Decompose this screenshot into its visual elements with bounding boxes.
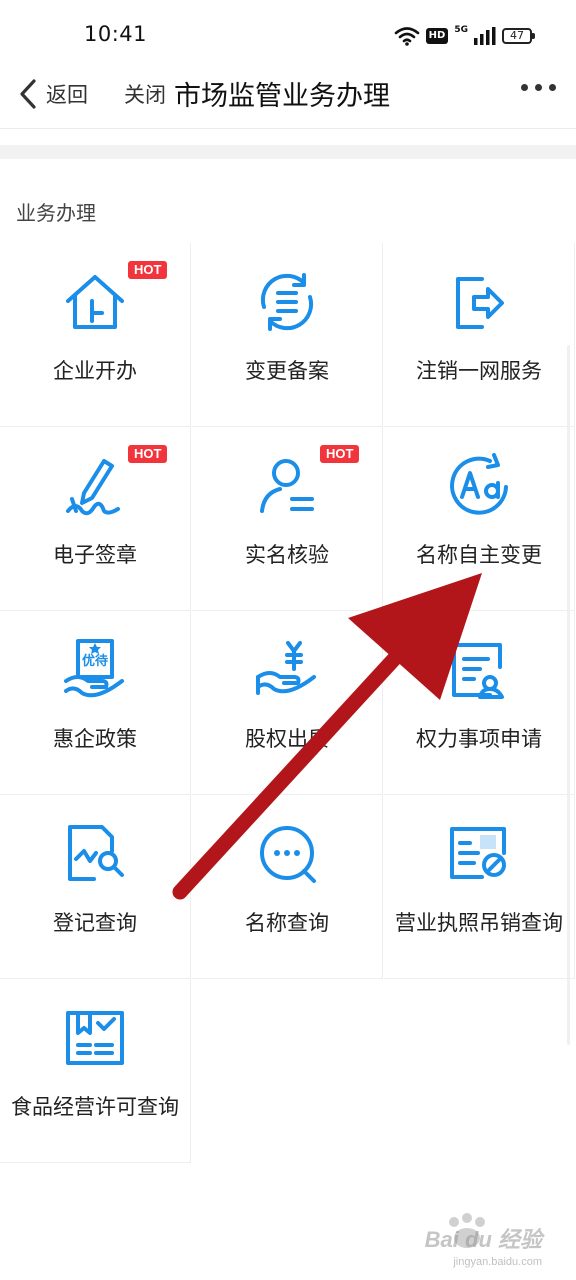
page-title: 市场监管业务办理 <box>174 81 390 112</box>
service-tile-company-setup[interactable]: HOT 企业开办 <box>0 243 191 427</box>
service-tile-deregistration[interactable]: 注销一网服务 <box>384 243 575 427</box>
signal-icon <box>474 27 496 45</box>
service-label: 食品经营许可查询 <box>11 1095 179 1119</box>
service-label: 变更备案 <box>245 359 329 383</box>
svg-text:优待: 优待 <box>82 653 108 669</box>
watermark-url: jingyan.baidu.com <box>453 1256 542 1268</box>
service-tile-real-name-verify[interactable]: HOT 实名核验 <box>192 427 383 611</box>
service-label: 注销一网服务 <box>416 359 542 383</box>
service-tile-power-matters[interactable]: 权力事项申请 <box>384 611 575 795</box>
chevron-left-icon <box>20 79 36 109</box>
house-icon <box>62 269 128 335</box>
service-label: 股权出质 <box>245 727 329 751</box>
service-tile-registration-query[interactable]: 登记查询 <box>0 795 191 979</box>
user-verify-icon <box>254 453 320 519</box>
status-bar: 10:41 HD 5G 47 <box>0 0 576 62</box>
wifi-icon <box>394 27 419 46</box>
service-tile-change-filing[interactable]: 变更备案 <box>192 243 383 427</box>
name-change-icon <box>446 453 512 519</box>
chat-search-icon <box>254 821 320 887</box>
network-type: 5G <box>454 25 468 35</box>
service-label: 惠企政策 <box>53 727 137 751</box>
section-title: 业务办理 <box>16 201 96 225</box>
service-label: 实名核验 <box>245 543 329 567</box>
more-dots-icon[interactable] <box>521 84 556 91</box>
back-button[interactable]: 返回 <box>18 74 88 114</box>
service-tile-license-revoke-query[interactable]: 营业执照吊销查询 <box>384 795 575 979</box>
nav-bar: 返回 关闭 市场监管业务办理 <box>0 62 576 128</box>
hot-badge: HOT <box>128 445 168 463</box>
license-revoke-icon <box>446 821 512 887</box>
service-label: 登记查询 <box>53 911 137 935</box>
section-separator <box>0 145 576 159</box>
close-button[interactable]: 关闭 <box>124 79 166 109</box>
service-tile-e-seal[interactable]: HOT 电子签章 <box>0 427 191 611</box>
service-tile-name-query[interactable]: 名称查询 <box>192 795 383 979</box>
logout-icon <box>446 269 512 335</box>
food-license-icon <box>62 1005 128 1071</box>
service-label: 企业开办 <box>53 359 137 383</box>
scrollbar[interactable] <box>567 345 570 1045</box>
policy-hand-icon: 优待 <box>62 637 128 703</box>
status-icons: HD 5G 47 <box>394 24 535 48</box>
service-label: 名称自主变更 <box>416 543 542 567</box>
pen-signature-icon <box>62 453 128 519</box>
service-label: 名称查询 <box>245 911 329 935</box>
divider <box>0 128 576 129</box>
battery-icon: 47 <box>502 28 535 44</box>
service-tile-name-change[interactable]: 名称自主变更 <box>384 427 575 611</box>
status-time: 10:41 <box>84 22 148 46</box>
document-user-icon <box>446 637 512 703</box>
yuan-hand-icon <box>254 637 320 703</box>
hd-icon: HD <box>425 28 449 44</box>
hot-badge: HOT <box>320 445 360 463</box>
service-tile-equity-pledge[interactable]: 股权出质 <box>192 611 383 795</box>
service-label: 营业执照吊销查询 <box>395 911 563 935</box>
service-label: 权力事项申请 <box>416 727 542 751</box>
service-label: 电子签章 <box>53 543 137 567</box>
service-tile-food-license-query[interactable]: 食品经营许可查询 <box>0 979 191 1163</box>
watermark-brand: Bai du 经验 <box>424 1227 542 1252</box>
service-tile-policy[interactable]: 优待 惠企政策 <box>0 611 191 795</box>
hot-badge: HOT <box>128 261 168 279</box>
document-search-icon <box>62 821 128 887</box>
refresh-list-icon <box>254 269 320 335</box>
back-label: 返回 <box>46 83 88 107</box>
